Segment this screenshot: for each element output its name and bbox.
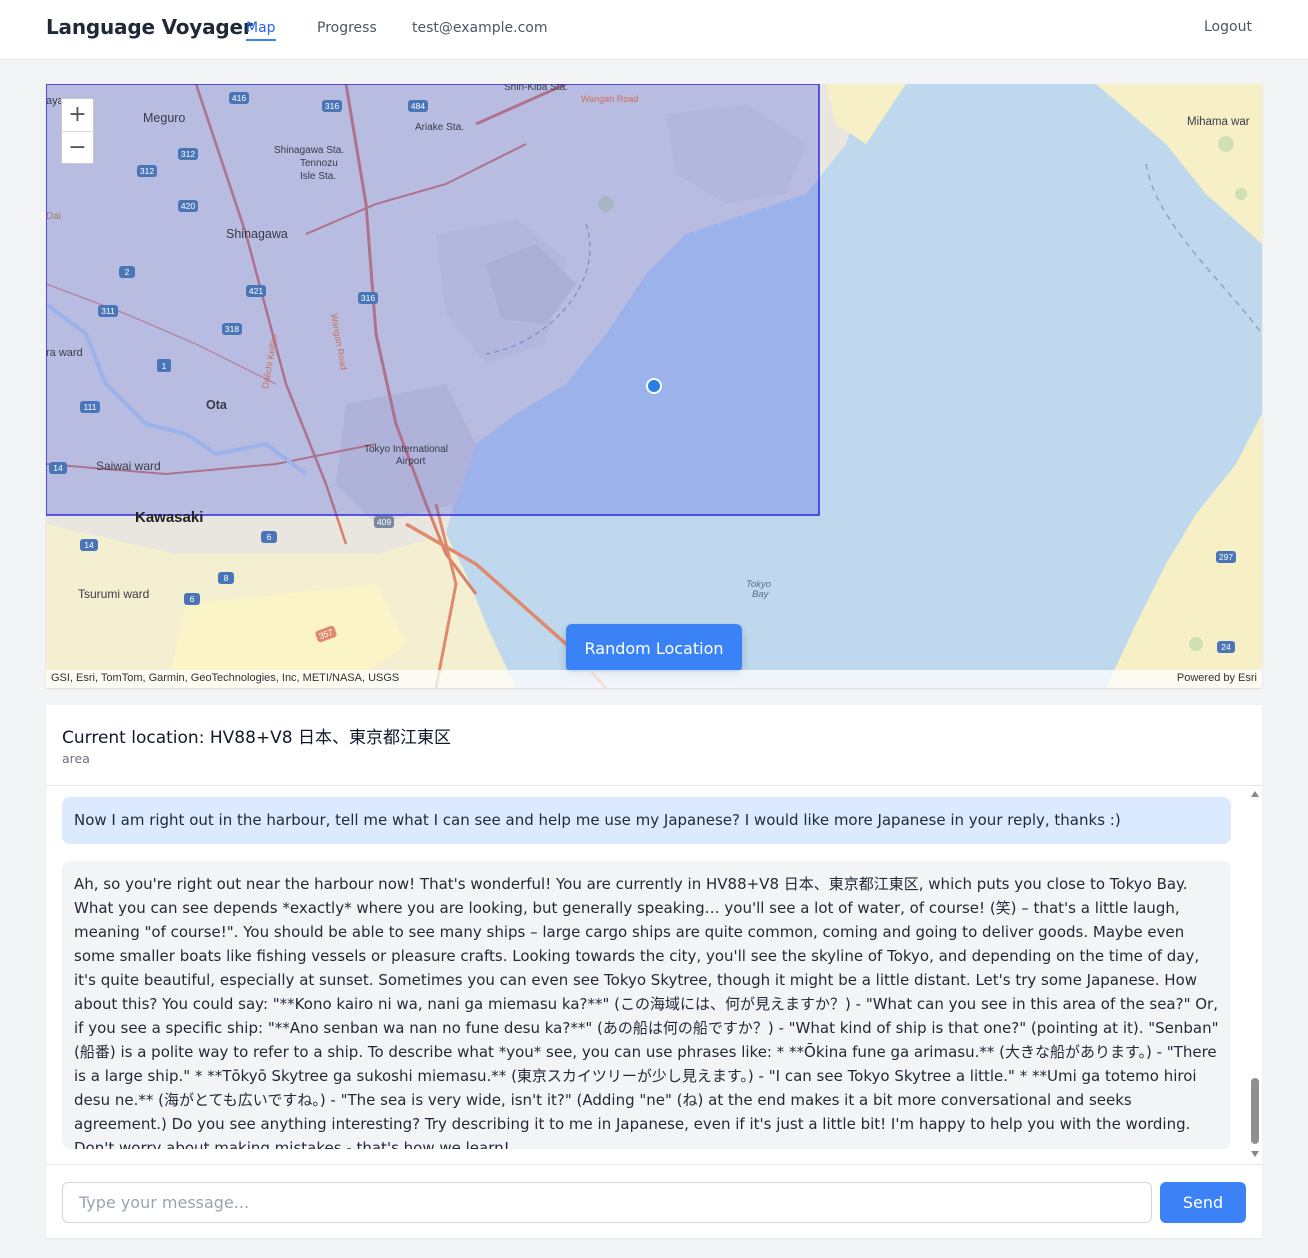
svg-text:8: 8 [224, 573, 229, 583]
route-shield: 316 [358, 292, 378, 304]
send-button[interactable]: Send [1160, 1182, 1246, 1223]
svg-text:14: 14 [84, 540, 94, 550]
svg-text:6: 6 [267, 532, 272, 542]
svg-text:416: 416 [232, 93, 246, 103]
svg-text:24: 24 [1221, 642, 1231, 652]
label-shinagawa: Shinagawa [226, 227, 288, 241]
route-shield: 6 [184, 593, 200, 605]
zoom-out-button[interactable]: − [62, 131, 93, 163]
map-view[interactable]: Meguro Shinagawa Sta. Tennozu Isle Sta. … [46, 84, 1262, 688]
label-tennozu-isle: Isle Sta. [300, 171, 336, 182]
route-shield: 24 [1217, 641, 1235, 653]
svg-text:312: 312 [181, 149, 195, 159]
svg-text:2: 2 [125, 267, 130, 277]
nav-map-link[interactable]: Map [246, 20, 276, 41]
route-shield: 297 [1216, 551, 1236, 563]
app-brand[interactable]: Language Voyager [46, 15, 253, 39]
label-tokyo-bay-2: Bay [752, 589, 770, 600]
label-kawasaki: Kawasaki [135, 509, 203, 526]
route-shield: 312 [137, 165, 157, 177]
assistant-message: Ah, so you're right out near the harbour… [62, 861, 1231, 1149]
user-message: Now I am right out in the harbour, tell … [62, 797, 1231, 844]
powered-by-esri[interactable]: Powered by Esri [1177, 672, 1257, 684]
message-list[interactable]: Now I am right out in the harbour, tell … [46, 787, 1262, 1163]
route-shield: 2 [119, 266, 135, 278]
route-shield: 409 [374, 516, 394, 528]
label-tsurumi: Tsurumi ward [78, 587, 149, 601]
scroll-down-arrow-icon[interactable] [1251, 1151, 1259, 1157]
scroll-up-arrow-icon[interactable] [1251, 791, 1259, 797]
svg-text:318: 318 [225, 324, 239, 334]
scroll-thumb[interactable] [1251, 1078, 1259, 1144]
logout-button[interactable]: Logout [1204, 19, 1252, 35]
route-shield: 311 [98, 305, 118, 317]
location-type: area [62, 751, 90, 766]
label-tennozu: Tennozu [300, 158, 338, 169]
label-airport-1: Tokyo International [364, 444, 448, 455]
label-shinagawa-sta: Shinagawa Sta. [274, 145, 344, 156]
top-navbar: Language Voyager Map Progress test@examp… [0, 0, 1308, 60]
attribution-text: GSI, Esri, TomTom, Garmin, GeoTechnologi… [51, 672, 400, 684]
svg-text:316: 316 [361, 293, 375, 303]
label-wangan-road-top: Wangan Road [581, 94, 638, 104]
message-scrollbar[interactable] [1249, 787, 1262, 1163]
svg-text:484: 484 [411, 101, 425, 111]
svg-text:6: 6 [190, 594, 195, 604]
route-shield: 1 [157, 359, 171, 372]
label-saiwai: Saiwai ward [96, 459, 161, 473]
svg-text:420: 420 [181, 201, 195, 211]
label-mihama: Mihama war [1187, 116, 1250, 128]
label-meguro: Meguro [143, 111, 185, 125]
label-ariake: Ariake Sta. [415, 122, 464, 133]
route-shield: 111 [80, 401, 100, 413]
label-shin-kiba: Shin-Kiba Sta. [504, 84, 568, 93]
route-shield: 14 [49, 462, 67, 474]
svg-text:297: 297 [1219, 552, 1233, 562]
svg-text:409: 409 [377, 517, 391, 527]
route-shield: 421 [246, 285, 266, 297]
svg-text:316: 316 [325, 101, 339, 111]
svg-text:421: 421 [249, 286, 263, 296]
basemap: Meguro Shinagawa Sta. Tennozu Isle Sta. … [46, 84, 1262, 688]
svg-text:311: 311 [101, 306, 115, 316]
label-ota-ward: ra ward [46, 347, 83, 359]
zoom-controls: + − [61, 98, 94, 164]
zoom-in-button[interactable]: + [62, 99, 93, 131]
random-location-button[interactable]: Random Location [566, 624, 742, 672]
svg-text:312: 312 [140, 166, 154, 176]
route-shield: 416 [229, 92, 249, 104]
message-input[interactable] [62, 1182, 1152, 1223]
route-shield: 318 [222, 323, 242, 335]
location-header: Current location: HV88+V8 日本、東京都江東区 area [46, 705, 1262, 786]
user-email: test@example.com [412, 20, 548, 36]
nav-progress-link[interactable]: Progress [317, 20, 377, 36]
route-shield: 14 [80, 539, 98, 551]
map-attribution: GSI, Esri, TomTom, Garmin, GeoTechnologi… [46, 670, 1262, 688]
label-dai: Dai [46, 211, 61, 222]
current-location-title: Current location: HV88+V8 日本、東京都江東区 [62, 728, 451, 748]
label-airport-2: Airport [396, 456, 426, 467]
route-shield: 420 [178, 200, 198, 212]
label-ota: Ota [206, 398, 228, 412]
route-shield: 6 [261, 531, 277, 543]
chat-panel: Current location: HV88+V8 日本、東京都江東区 area… [46, 705, 1262, 1238]
route-shield: 316 [322, 100, 342, 112]
svg-text:14: 14 [53, 463, 63, 473]
svg-text:111: 111 [84, 402, 97, 412]
route-shield: 484 [408, 100, 428, 112]
route-shield: 8 [218, 572, 234, 584]
message-composer: Send [46, 1164, 1262, 1238]
route-shield: 312 [178, 148, 198, 160]
svg-text:1: 1 [162, 361, 167, 371]
